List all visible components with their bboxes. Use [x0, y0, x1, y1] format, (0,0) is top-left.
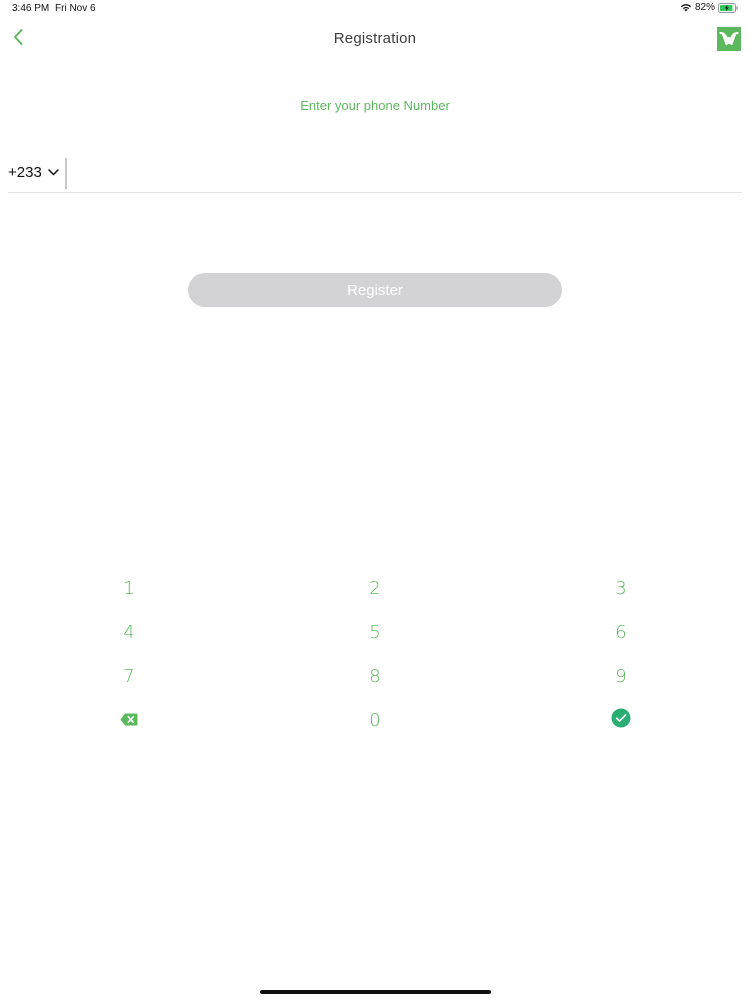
- battery-charging-icon: [718, 2, 738, 13]
- key-6[interactable]: 6: [498, 610, 744, 654]
- key-4[interactable]: 4: [6, 610, 252, 654]
- phone-number-input[interactable]: [70, 157, 734, 191]
- status-time: 3:46 PM: [12, 3, 50, 14]
- phone-prompt: Enter your phone Number: [300, 98, 450, 113]
- key-9[interactable]: 9: [498, 654, 744, 698]
- status-date: Fri Nov 6: [55, 3, 96, 14]
- wifi-icon: [680, 3, 692, 12]
- confirm-key[interactable]: [498, 698, 744, 742]
- status-right: 82%: [680, 2, 738, 13]
- phone-number-row: +233: [8, 155, 742, 193]
- backspace-icon: [120, 710, 138, 731]
- number-keypad: 1 2 3 4 5 6 7 8 9 0: [6, 566, 744, 742]
- checkmark-circle-icon: [611, 708, 631, 733]
- text-cursor: [65, 158, 67, 189]
- app-logo-icon: [717, 27, 741, 51]
- key-0[interactable]: 0: [252, 698, 498, 742]
- country-code-select[interactable]: +233: [8, 163, 59, 181]
- registration-screen: 3:46 PM Fri Nov 6 82% Registration Enter…: [0, 0, 750, 1000]
- page-title: Registration: [333, 30, 417, 47]
- key-2[interactable]: 2: [252, 566, 498, 610]
- status-bar: 3:46 PM Fri Nov 6 82%: [0, 0, 750, 18]
- battery-percent: 82%: [694, 2, 715, 13]
- chevron-down-icon: [48, 163, 59, 181]
- key-5[interactable]: 5: [252, 610, 498, 654]
- key-1[interactable]: 1: [6, 566, 252, 610]
- nav-bar: Registration: [0, 22, 750, 56]
- key-3[interactable]: 3: [498, 566, 744, 610]
- home-indicator[interactable]: [260, 990, 491, 994]
- key-8[interactable]: 8: [252, 654, 498, 698]
- key-7[interactable]: 7: [6, 654, 252, 698]
- register-button[interactable]: Register: [188, 273, 562, 307]
- country-code: +233: [8, 163, 42, 181]
- backspace-key[interactable]: [6, 698, 252, 742]
